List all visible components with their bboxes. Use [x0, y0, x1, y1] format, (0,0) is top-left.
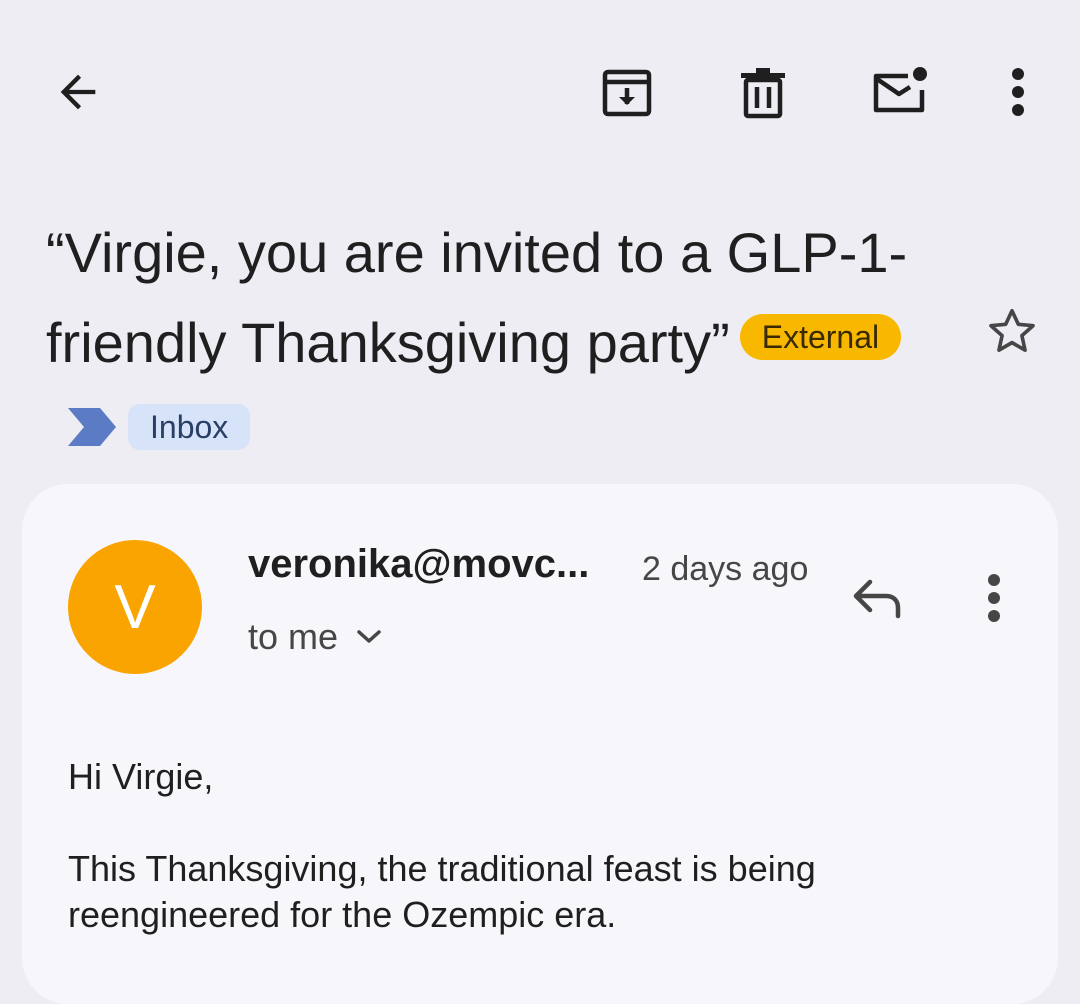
- reply-icon: [853, 579, 901, 619]
- recipient-details[interactable]: to me: [248, 616, 382, 658]
- message-time: 2 days ago: [642, 550, 809, 588]
- importance-marker-icon[interactable]: [66, 406, 118, 448]
- sender-name[interactable]: veronika@movc...: [248, 542, 589, 587]
- message-more-button[interactable]: [954, 558, 1034, 638]
- avatar-letter: V: [114, 572, 156, 642]
- subject-area: “Virgie, you are invited to a GLP-1-frie…: [46, 208, 946, 478]
- more-options-button[interactable]: [978, 52, 1058, 132]
- body-greeting: Hi Virgie,: [68, 756, 214, 797]
- more-vert-icon: [1012, 68, 1024, 116]
- recipient-label: to me: [248, 616, 339, 657]
- top-app-bar: [0, 0, 1080, 180]
- trash-icon: [741, 68, 785, 119]
- delete-button[interactable]: [723, 52, 803, 132]
- more-vert-icon: [988, 574, 1000, 622]
- body-paragraph: This Thanksgiving, the traditional feast…: [68, 848, 816, 935]
- message-body: Hi Virgie, This Thanksgiving, the tradit…: [68, 754, 968, 984]
- external-label: External: [739, 314, 902, 361]
- arrow-back-icon: [60, 74, 96, 110]
- reply-button[interactable]: [838, 558, 918, 638]
- sender-avatar[interactable]: V: [68, 540, 202, 674]
- inbox-label[interactable]: Inbox: [128, 404, 251, 451]
- star-outline-icon: [989, 308, 1035, 352]
- chevron-down-icon: [356, 629, 382, 645]
- message-card: V veronika@movc... 2 days ago to me Hi V…: [22, 484, 1058, 1004]
- mark-unread-icon: [873, 67, 927, 113]
- mark-unread-button[interactable]: [860, 52, 940, 132]
- archive-button[interactable]: [587, 52, 667, 132]
- archive-icon: [602, 69, 652, 117]
- back-button[interactable]: [38, 52, 118, 132]
- email-subject: “Virgie, you are invited to a GLP-1-frie…: [46, 208, 946, 478]
- star-button[interactable]: [972, 292, 1052, 372]
